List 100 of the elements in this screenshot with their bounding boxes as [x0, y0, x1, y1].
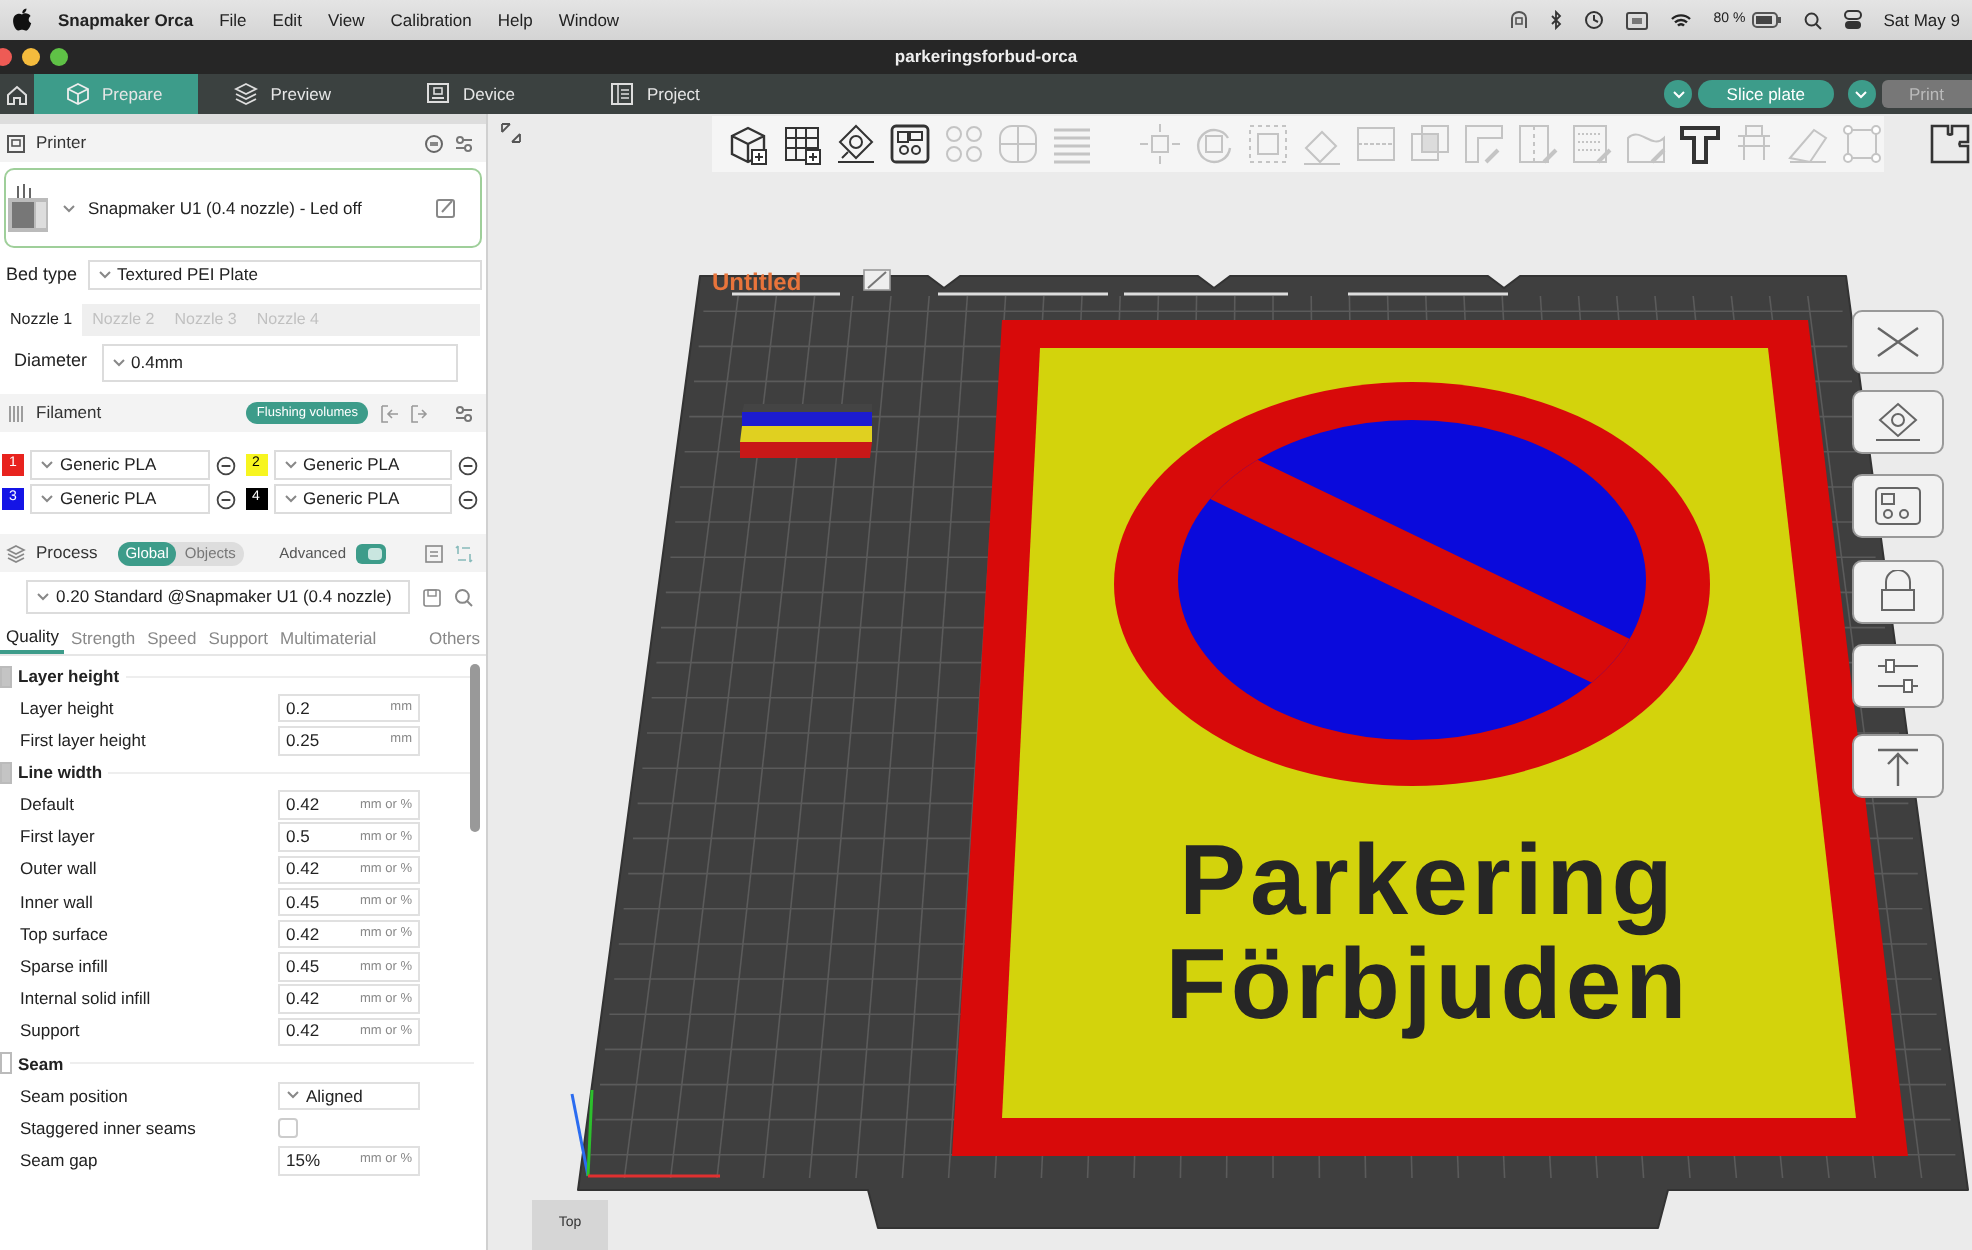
printer-icon	[6, 133, 26, 153]
dropdown-button[interactable]	[1847, 80, 1876, 108]
remove-icon[interactable]	[215, 489, 235, 509]
sync-icon[interactable]	[424, 133, 444, 153]
diameter-dropdown[interactable]: 0.4mm	[101, 343, 458, 381]
search-icon[interactable]	[1803, 11, 1822, 29]
field-label: Diameter	[14, 348, 88, 375]
chevron-down-icon	[1671, 89, 1686, 99]
chevron-down-icon	[62, 203, 76, 213]
sign-text: Parkering	[1179, 824, 1677, 936]
display-icon[interactable]	[1625, 11, 1648, 29]
apple-icon	[12, 8, 32, 32]
nozzle-tab[interactable]: Nozzle 1	[0, 304, 83, 336]
checkbox[interactable]	[278, 1118, 298, 1139]
dropdown-button[interactable]	[1664, 80, 1693, 108]
tab[interactable]: Project	[574, 74, 740, 114]
setting-label: Inner wall	[20, 889, 95, 915]
tab[interactable]: Preview	[198, 74, 391, 114]
toolbar-button[interactable]	[1852, 644, 1944, 708]
collapse-icon[interactable]	[500, 122, 522, 144]
chevron-down-icon	[40, 460, 54, 470]
layers-icon	[6, 543, 26, 563]
edit-icon[interactable]	[436, 198, 456, 218]
list-icon	[610, 82, 635, 106]
settings-tab[interactable]: Others	[422, 622, 486, 654]
orient-icon[interactable]	[834, 122, 878, 166]
setting-label: Outer wall	[20, 856, 99, 883]
control-center-icon[interactable]	[1843, 10, 1862, 30]
app-name[interactable]: Snapmaker Orca	[58, 7, 194, 33]
advanced-toggle[interactable]	[356, 543, 386, 563]
add-cube-icon[interactable]	[726, 122, 770, 166]
filament-dropdown[interactable]: Generic PLA	[30, 484, 209, 514]
menu-item[interactable]: Edit	[272, 7, 302, 33]
remove-icon[interactable]	[215, 455, 235, 475]
settings-icon[interactable]	[454, 133, 474, 153]
setting-label: First layer height	[20, 727, 148, 754]
clock-icon[interactable]	[1583, 10, 1604, 30]
settings-tab[interactable]: Strength	[64, 622, 142, 654]
menu-item[interactable]: File	[219, 7, 247, 33]
setting-label: Support	[20, 1018, 82, 1045]
toolbar-button[interactable]	[1852, 474, 1944, 538]
setting-label: First layer	[20, 824, 97, 851]
setting-label: Layer height	[20, 695, 116, 721]
settings-tab[interactable]: Support	[202, 622, 274, 654]
section-title: Printer	[36, 130, 87, 156]
zoom-button[interactable]	[50, 48, 68, 66]
section-title: Filament	[36, 400, 102, 426]
plate-name[interactable]: Untitled	[712, 268, 802, 296]
menu-item[interactable]: Window	[558, 7, 620, 33]
remove-icon[interactable]	[458, 489, 478, 509]
menu-item[interactable]: Help	[497, 7, 533, 33]
chevron-down-icon	[97, 270, 112, 280]
printer-card[interactable]: Snapmaker U1 (0.4 nozzle) - Led off	[4, 168, 482, 248]
chevron-down-icon	[36, 592, 50, 602]
menu-item[interactable]: Calibration	[390, 7, 472, 33]
menu-item[interactable]: View	[327, 7, 365, 33]
filament-dropdown[interactable]: Generic PLA	[273, 450, 452, 480]
setting-label: Staggered inner seams	[20, 1115, 198, 1142]
toolbar-button[interactable]	[1852, 734, 1944, 798]
remove-icon[interactable]	[458, 455, 478, 475]
load-icon[interactable]	[408, 403, 428, 423]
setting-dropdown[interactable]: Aligned	[278, 1081, 420, 1111]
settings-tab[interactable]: Multimaterial	[273, 622, 383, 654]
shield-icon[interactable]	[1509, 10, 1528, 30]
filament-dropdown[interactable]: Generic PLA	[273, 484, 452, 514]
setting-label: Seam position	[20, 1083, 130, 1109]
toolbar-button[interactable]	[1852, 560, 1944, 624]
group-title: Line width	[18, 760, 103, 786]
bed-type-dropdown[interactable]: Textured PEI Plate	[87, 260, 482, 290]
section-title: Process	[36, 540, 98, 566]
wifi-icon[interactable]	[1669, 11, 1692, 29]
arrange-icon[interactable]	[888, 122, 932, 166]
bluetooth-icon[interactable]	[1549, 10, 1562, 30]
minimize-button[interactable]	[22, 48, 40, 66]
sign-model[interactable]	[952, 320, 1908, 1156]
scrollbar[interactable]	[470, 664, 480, 832]
save-icon[interactable]	[422, 587, 442, 607]
striped-model[interactable]	[740, 404, 872, 458]
battery-icon[interactable]	[1751, 12, 1782, 28]
preset-dropdown[interactable]: 0.20 Standard @Snapmaker U1 (0.4 nozzle)	[26, 580, 410, 614]
setting-label: Sparse infill	[20, 954, 110, 980]
home-icon	[6, 83, 28, 105]
monitor-icon	[426, 82, 451, 106]
text-icon[interactable]	[1678, 122, 1722, 166]
spool-icon	[6, 403, 26, 423]
toolbar-button[interactable]	[1852, 390, 1944, 454]
tab[interactable]: Device	[390, 74, 575, 114]
arrange-icon	[1870, 484, 1926, 528]
unload-icon[interactable]	[378, 403, 398, 423]
chevron-down-icon	[283, 460, 297, 470]
puzzle-icon[interactable]	[1928, 122, 1972, 166]
settings-icon[interactable]	[454, 403, 474, 423]
settings-tab[interactable]: Speed	[141, 622, 203, 654]
orient-icon	[1870, 400, 1926, 444]
filament-dropdown[interactable]: Generic PLA	[30, 450, 209, 480]
toolbar-button[interactable]	[1852, 310, 1944, 374]
settings-tab[interactable]: Quality	[0, 622, 65, 654]
edit-icon[interactable]	[863, 269, 891, 291]
setting-label: Top surface	[20, 921, 110, 948]
grid-icon[interactable]	[780, 122, 824, 166]
